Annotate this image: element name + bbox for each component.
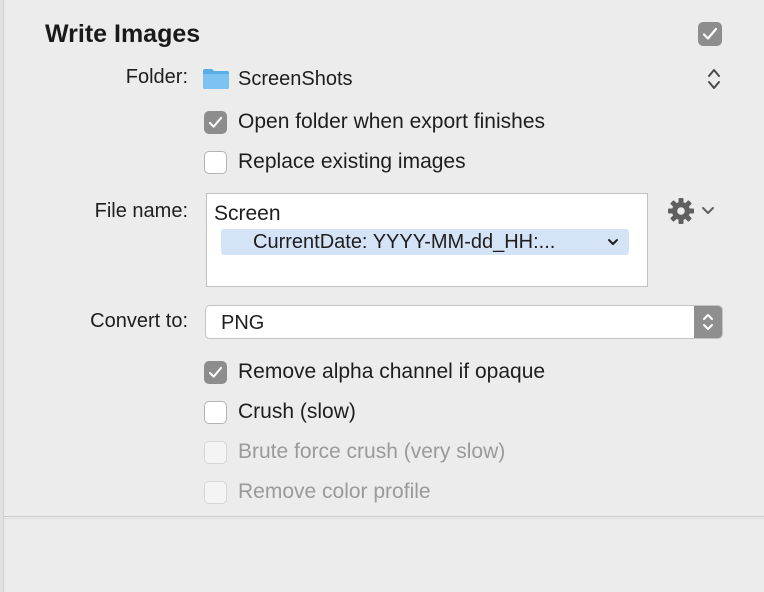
section-title: Write Images: [45, 20, 201, 48]
crush-checkbox-row[interactable]: Crush (slow): [204, 398, 356, 426]
write-images-panel: Write Images Folder: ScreenShots Open fo…: [4, 0, 764, 517]
crush-checkbox[interactable]: [204, 400, 227, 424]
section-enable-checkbox[interactable]: [698, 22, 722, 46]
folder-stepper-icon[interactable]: [706, 66, 722, 92]
updown-arrows-icon: [694, 306, 722, 338]
replace-images-checkbox-row[interactable]: Replace existing images: [204, 148, 466, 176]
checkmark-icon: [208, 366, 223, 378]
checkmark-icon: [208, 116, 223, 128]
remove-alpha-checkbox-row[interactable]: Remove alpha channel if opaque: [204, 358, 545, 386]
current-date-token-label: CurrentDate: YYYY-MM-dd_HH:...: [253, 230, 556, 253]
brute-force-crush-checkbox: [204, 440, 227, 464]
current-date-token[interactable]: CurrentDate: YYYY-MM-dd_HH:...: [221, 229, 629, 255]
gear-icon: [668, 198, 694, 224]
folder-name: ScreenShots: [238, 67, 353, 90]
replace-images-checkbox[interactable]: [204, 150, 227, 174]
remove-color-profile-label: Remove color profile: [238, 480, 431, 503]
filename-actions-button[interactable]: [666, 196, 724, 226]
remove-color-profile-checkbox: [204, 480, 227, 504]
file-name-prefix: Screen: [214, 202, 281, 225]
checkmark-icon: [702, 27, 718, 40]
brute-force-crush-label: Brute force crush (very slow): [238, 440, 506, 463]
convert-to-value: PNG: [221, 312, 265, 334]
chevron-down-icon: [702, 207, 714, 214]
convert-to-label: Convert to:: [90, 310, 188, 332]
footer-area: [4, 518, 764, 592]
brute-force-crush-checkbox-row: Brute force crush (very slow): [204, 438, 505, 466]
folder-icon: [202, 68, 230, 90]
divider: [4, 518, 764, 519]
open-folder-checkbox[interactable]: [204, 110, 227, 134]
remove-color-profile-checkbox-row: Remove color profile: [204, 478, 431, 506]
remove-alpha-checkbox[interactable]: [204, 360, 227, 384]
open-folder-label: Open folder when export finishes: [238, 110, 546, 133]
chevron-down-icon: [608, 239, 618, 245]
file-name-label: File name:: [94, 200, 188, 222]
convert-to-popup[interactable]: PNG: [205, 305, 723, 339]
folder-label: Folder:: [125, 66, 188, 88]
remove-alpha-label: Remove alpha channel if opaque: [238, 360, 546, 383]
folder-popup[interactable]: ScreenShots: [202, 64, 353, 94]
file-name-field[interactable]: Screen CurrentDate: YYYY-MM-dd_HH:...: [206, 193, 648, 287]
replace-images-label: Replace existing images: [238, 150, 466, 173]
crush-label: Crush (slow): [238, 400, 356, 423]
open-folder-checkbox-row[interactable]: Open folder when export finishes: [204, 108, 545, 136]
